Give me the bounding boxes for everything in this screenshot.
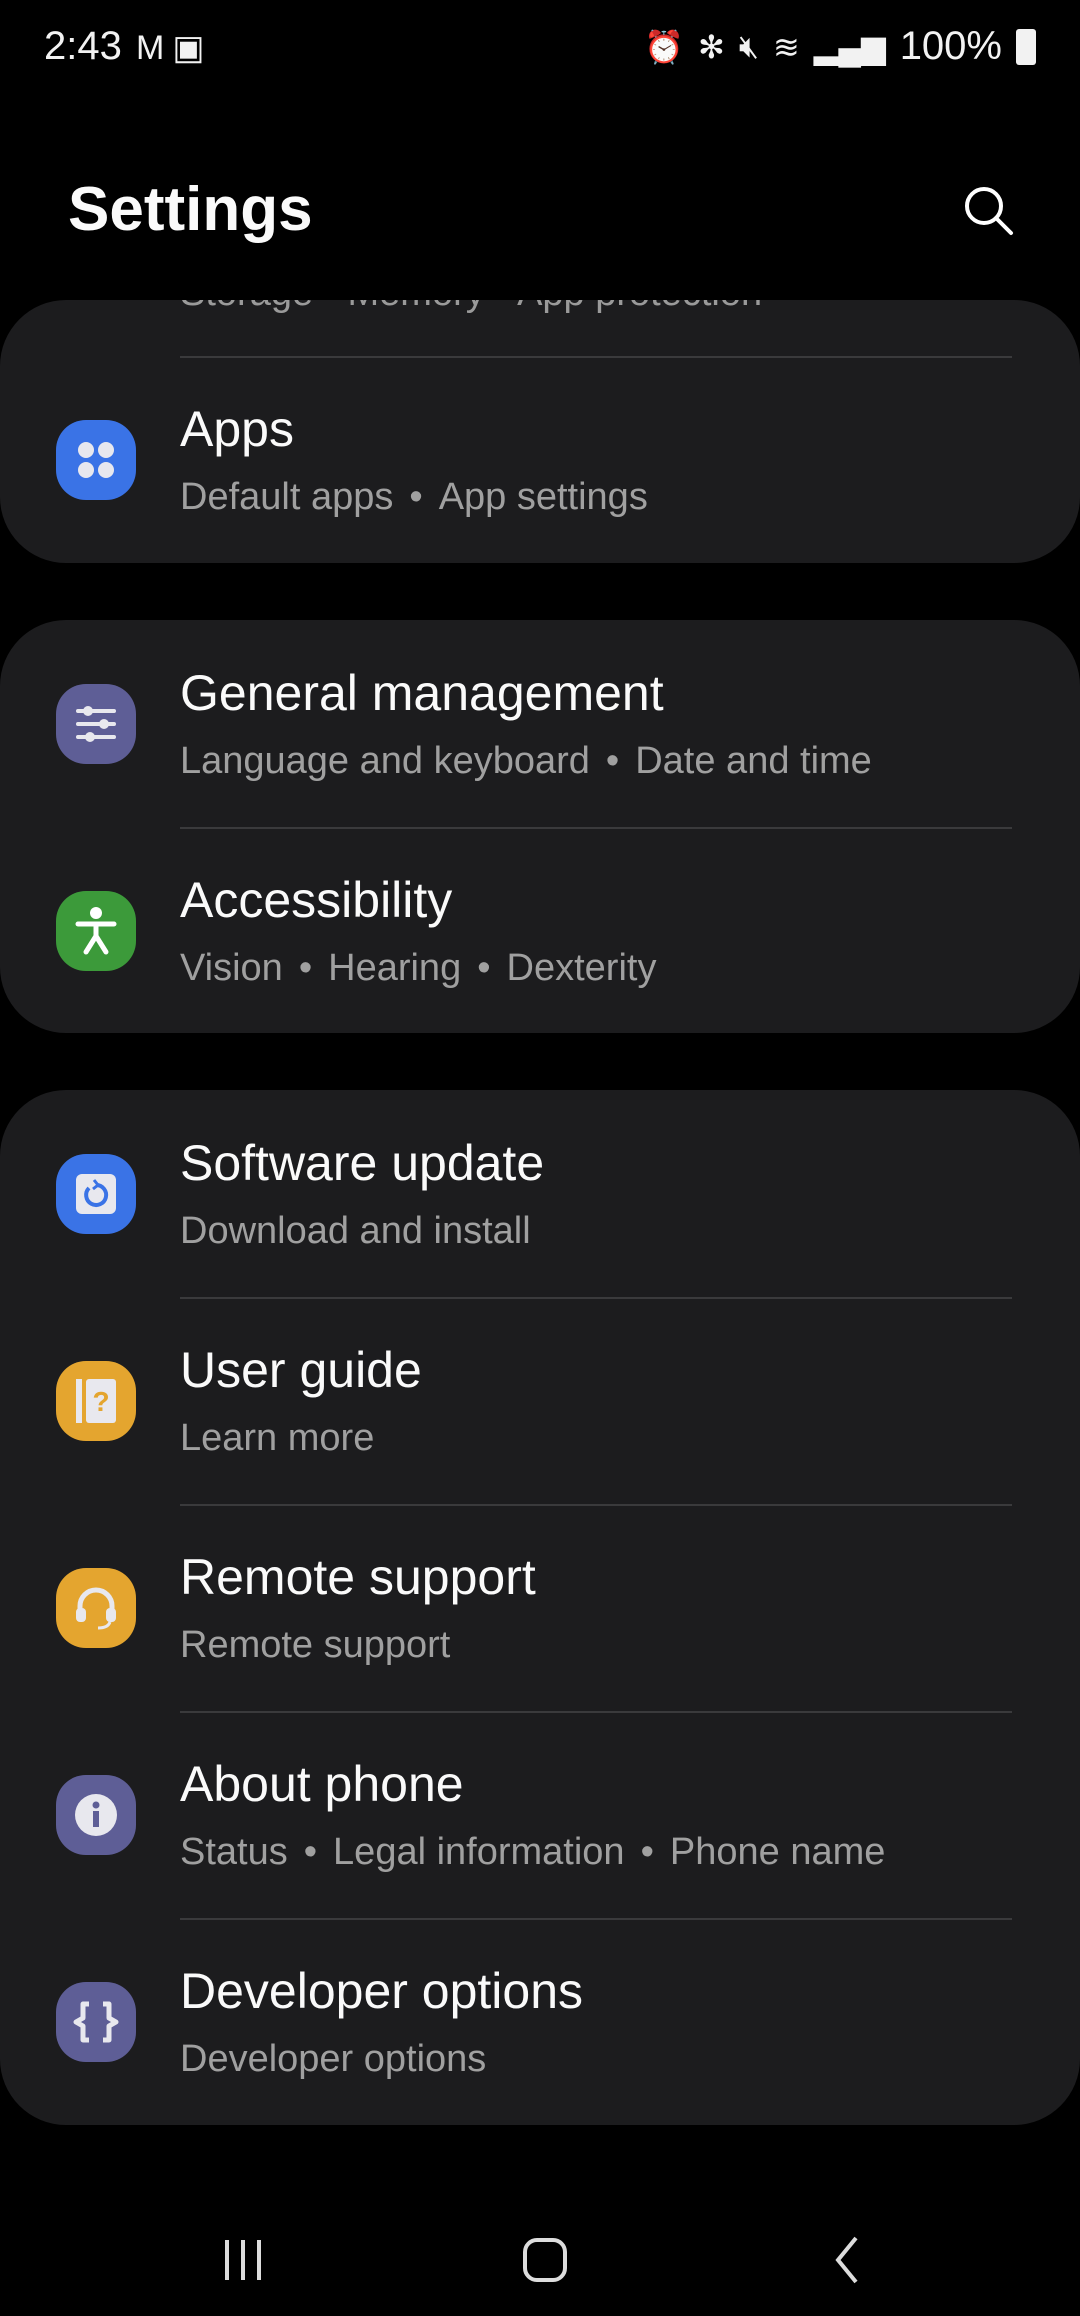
battery-percent: 100% (899, 24, 1002, 68)
partial-item-subtitle: Storage • Memory • App protection (180, 300, 762, 315)
divider (180, 356, 1012, 358)
info-icon (56, 1775, 136, 1855)
item-subtitle: Learn more (180, 1417, 375, 1459)
navigation-bar (0, 2200, 1080, 2316)
settings-item-accessibility[interactable]: Accessibility Vision • Hearing • Dexterity (0, 827, 1080, 1033)
divider (180, 1297, 1012, 1299)
settings-item-developer-options[interactable]: Developer options Developer options (0, 1918, 1080, 2125)
item-title: Accessibility (180, 872, 453, 928)
divider (180, 1711, 1012, 1713)
settings-item-about-phone[interactable]: About phone Status • Legal information • Phon… (0, 1711, 1080, 1918)
divider (180, 827, 1012, 829)
divider (180, 1918, 1012, 1920)
headset-icon (56, 1568, 136, 1648)
user-guide-icon: ? (56, 1361, 136, 1441)
item-subtitle: Vision • Hearing • Dexterity (180, 947, 657, 989)
status-bar: 2:43 M▣ ⏰ ✻ 🔇︎ ≋ ▂▄▆ 100% (0, 0, 1080, 100)
item-subtitle: Developer options (180, 2038, 487, 2080)
clock: 2:43 (44, 24, 122, 68)
sliders-icon (56, 684, 136, 764)
mute-icon: 🔇︎ (738, 27, 759, 64)
item-title: Remote support (180, 1549, 536, 1605)
gmail-icon: M (136, 29, 173, 67)
item-subtitle: Download and install (180, 1210, 531, 1252)
apps-icon (56, 420, 136, 500)
settings-item-apps[interactable]: Apps Default apps • App settings (0, 356, 1080, 563)
alarm-icon: ⏰ (644, 28, 684, 65)
item-subtitle: Remote support (180, 1624, 451, 1666)
item-subtitle: Default apps • App settings (180, 476, 648, 518)
gallery-icon: ▣ (172, 29, 213, 67)
recent-apps-button[interactable] (203, 2230, 283, 2290)
wifi-icon: ≋ (772, 28, 800, 65)
settings-group-apps: Storage • Memory • App protection Apps De… (0, 300, 1080, 563)
settings-item-user-guide[interactable]: ? User guide Learn more (0, 1297, 1080, 1504)
item-subtitle: Status • Legal information • Phone name (180, 1831, 886, 1873)
item-title: General management (180, 665, 664, 721)
divider (180, 1504, 1012, 1506)
settings-group-support: Software update Download and install ? Use… (0, 1090, 1080, 2125)
accessibility-icon (56, 891, 136, 971)
item-title: Software update (180, 1135, 545, 1191)
item-title: About phone (180, 1756, 464, 1812)
update-icon (56, 1154, 136, 1234)
item-title: User guide (180, 1342, 422, 1398)
search-icon[interactable] (962, 184, 1014, 236)
settings-item-software-update[interactable]: Software update Download and install (0, 1090, 1080, 1297)
bluetooth-icon: ✻ (698, 28, 725, 65)
settings-item-general-management[interactable]: General management Language and keyboard •… (0, 620, 1080, 827)
settings-item-remote-support[interactable]: Remote support Remote support (0, 1504, 1080, 1711)
settings-group-system: General management Language and keyboard •… (0, 620, 1080, 1033)
item-subtitle: Language and keyboard • Date and time (180, 740, 872, 782)
signal-icon: ▂▄▆ (813, 28, 886, 65)
item-title: Apps (180, 401, 294, 457)
back-button[interactable] (808, 2230, 888, 2290)
battery-icon (1016, 28, 1036, 65)
page-title: Settings (68, 175, 313, 244)
home-button[interactable] (505, 2230, 585, 2290)
braces-icon (56, 1982, 136, 2062)
svg-text:?: ? (92, 1386, 109, 1417)
item-title: Developer options (180, 1963, 584, 2019)
